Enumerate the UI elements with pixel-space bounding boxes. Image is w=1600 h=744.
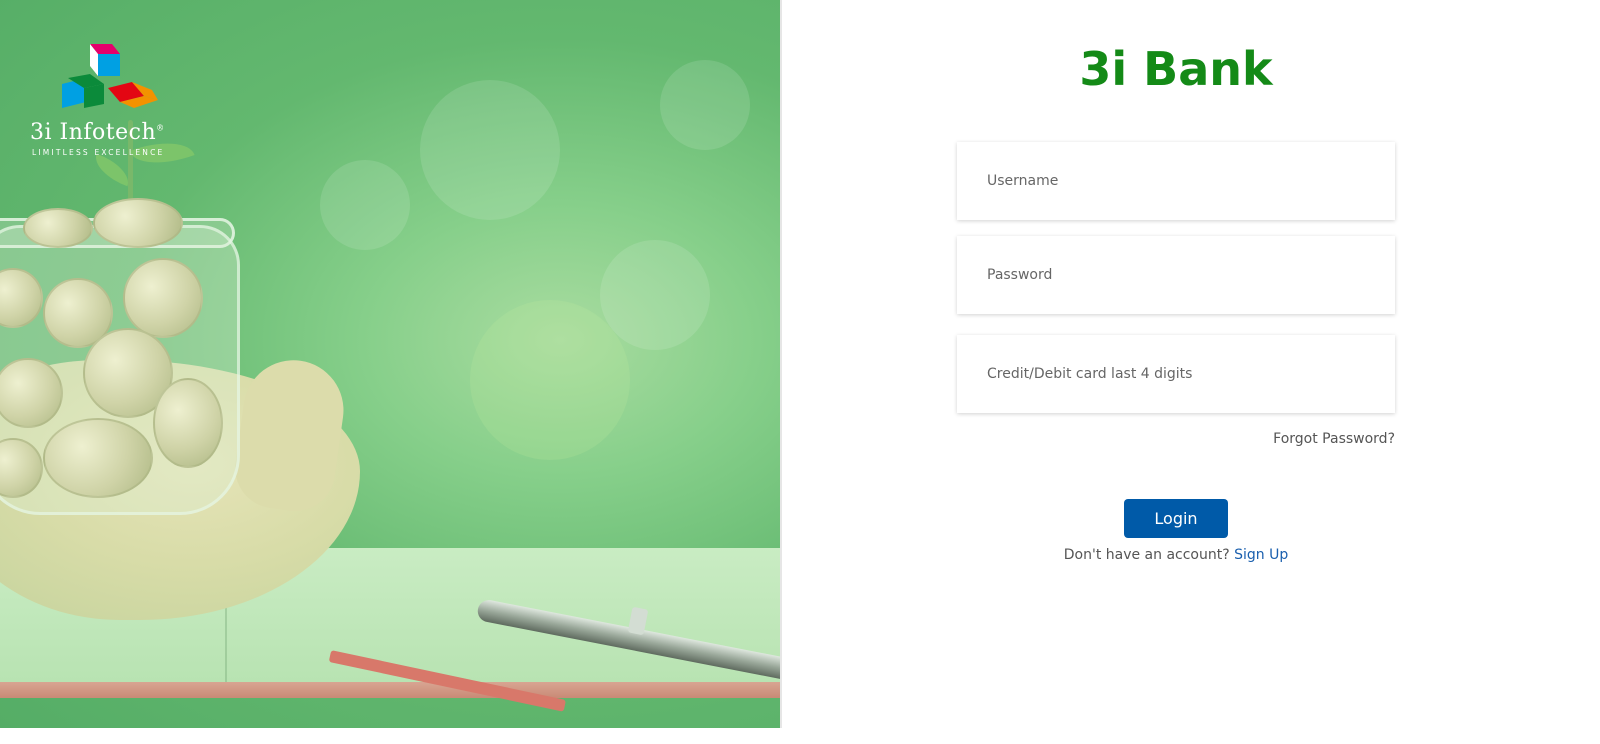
no-account-text: Don't have an account? (1063, 547, 1230, 563)
login-panel: 3i Bank Forgot Password? Login Don't hav… (782, 0, 1600, 744)
login-button[interactable]: Login (1124, 499, 1228, 538)
card-digits-input[interactable] (957, 335, 1395, 413)
username-input[interactable] (957, 142, 1395, 220)
logo-mark-icon (62, 44, 158, 108)
hero-image: 3i Infotech® LIMITLESS EXCELLENCE (0, 0, 780, 728)
coin-jar (0, 198, 240, 515)
signup-prompt: Don't have an account? Sign Up (782, 547, 1570, 563)
signup-link[interactable]: Sign Up (1234, 547, 1288, 563)
password-input[interactable] (957, 236, 1395, 314)
logo-name: 3i Infotech (30, 120, 157, 145)
logo-registered-mark: ® (156, 123, 165, 133)
logo-tagline: LIMITLESS EXCELLENCE (32, 148, 165, 157)
forgot-password-link[interactable]: Forgot Password? (957, 431, 1395, 447)
page-title: 3i Bank (1079, 42, 1273, 96)
company-logo: 3i Infotech® LIMITLESS EXCELLENCE (30, 44, 200, 164)
